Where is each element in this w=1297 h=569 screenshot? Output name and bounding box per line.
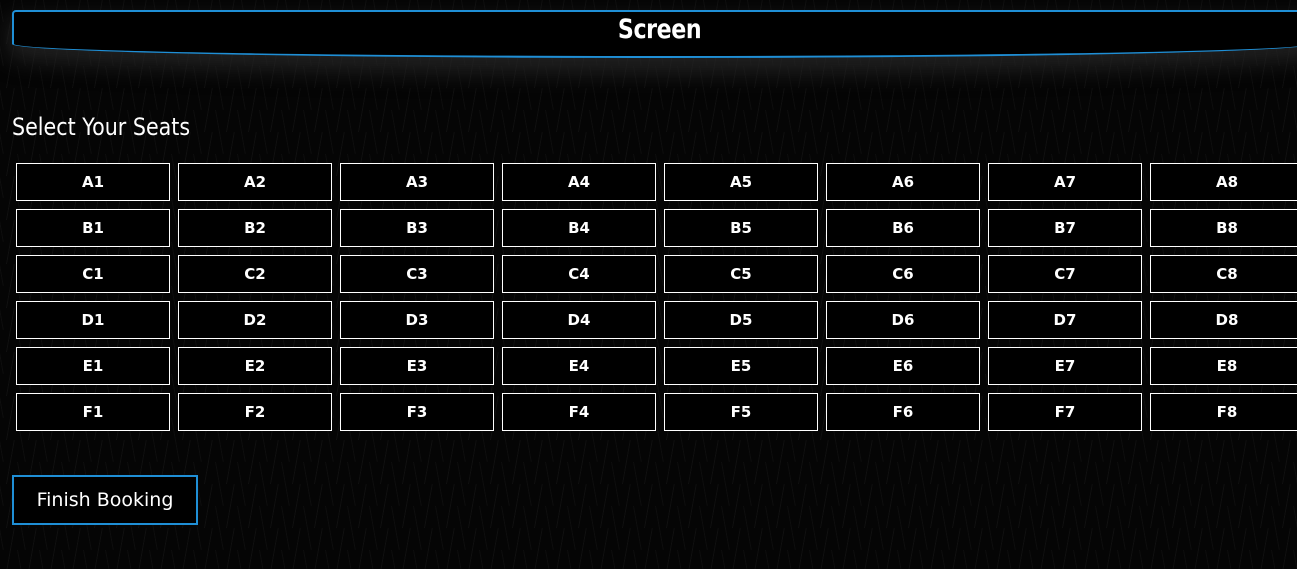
seat-button[interactable]: F5	[664, 393, 818, 431]
seat-button[interactable]: A8	[1150, 163, 1297, 201]
seat-button[interactable]: D6	[826, 301, 980, 339]
seat-button[interactable]: C7	[988, 255, 1142, 293]
seat-button[interactable]: B8	[1150, 209, 1297, 247]
seat-button[interactable]: A6	[826, 163, 980, 201]
seat-button[interactable]: D5	[664, 301, 818, 339]
seat-button[interactable]: F3	[340, 393, 494, 431]
seat-button[interactable]: A7	[988, 163, 1142, 201]
seat-button[interactable]: C1	[16, 255, 170, 293]
seat-button[interactable]: E7	[988, 347, 1142, 385]
seat-button[interactable]: F2	[178, 393, 332, 431]
seat-button[interactable]: E8	[1150, 347, 1297, 385]
seat-button[interactable]: B1	[16, 209, 170, 247]
seat-button[interactable]: C3	[340, 255, 494, 293]
seat-button[interactable]: F4	[502, 393, 656, 431]
seat-button[interactable]: D1	[16, 301, 170, 339]
seat-button[interactable]: A4	[502, 163, 656, 201]
seat-button[interactable]: B5	[664, 209, 818, 247]
seat-button[interactable]: A5	[664, 163, 818, 201]
seat-button[interactable]: B7	[988, 209, 1142, 247]
finish-booking-button[interactable]: Finish Booking	[12, 475, 198, 525]
seat-button[interactable]: B4	[502, 209, 656, 247]
seat-button[interactable]: A1	[16, 163, 170, 201]
seat-button[interactable]: E6	[826, 347, 980, 385]
seat-selection-heading: Select Your Seats	[12, 113, 191, 141]
seat-button[interactable]: E4	[502, 347, 656, 385]
seat-button[interactable]: D3	[340, 301, 494, 339]
seat-button[interactable]: B6	[826, 209, 980, 247]
seat-button[interactable]: E5	[664, 347, 818, 385]
seat-button[interactable]: B2	[178, 209, 332, 247]
seat-button[interactable]: C8	[1150, 255, 1297, 293]
seat-button[interactable]: D8	[1150, 301, 1297, 339]
seat-button[interactable]: F6	[826, 393, 980, 431]
seat-button[interactable]: D4	[502, 301, 656, 339]
seat-button[interactable]: E1	[16, 347, 170, 385]
seat-button[interactable]: A2	[178, 163, 332, 201]
seat-button[interactable]: C5	[664, 255, 818, 293]
seat-button[interactable]: C6	[826, 255, 980, 293]
seat-button[interactable]: E3	[340, 347, 494, 385]
seat-button[interactable]: C4	[502, 255, 656, 293]
seat-button[interactable]: B3	[340, 209, 494, 247]
seat-button[interactable]: F8	[1150, 393, 1297, 431]
seat-button[interactable]: D7	[988, 301, 1142, 339]
seat-button[interactable]: C2	[178, 255, 332, 293]
seat-button[interactable]: F7	[988, 393, 1142, 431]
seat-button[interactable]: A3	[340, 163, 494, 201]
seat-button[interactable]: D2	[178, 301, 332, 339]
seat-button[interactable]: F1	[16, 393, 170, 431]
seat-grid: A1 A2 A3 A4 A5 A6 A7 A8 B1 B2 B3 B4 B5 B6 B7 B8 C1 C2 C3 C4…	[16, 163, 1297, 431]
screen-title: Screen	[617, 14, 702, 45]
seat-button[interactable]: E2	[178, 347, 332, 385]
